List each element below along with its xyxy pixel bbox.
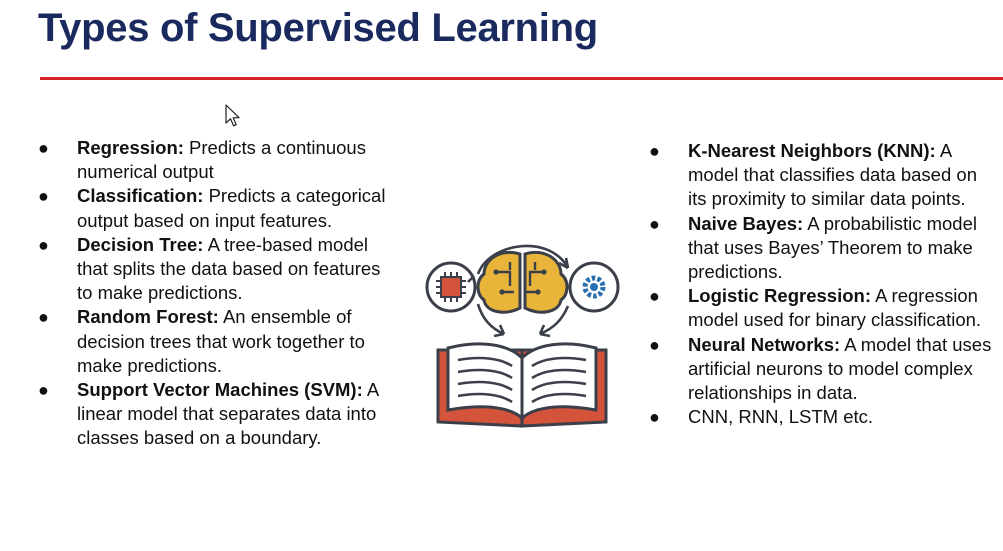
list-item: ● Neural Networks: A model that uses arti…: [649, 333, 992, 404]
chip-icon: [425, 261, 477, 313]
book-brain-learning-icon: [425, 244, 620, 428]
list-item: ● Support Vector Machines (SVM): A linear…: [38, 379, 379, 449]
list-item: ● Classification: Predicts a categorical …: [38, 185, 386, 231]
list-item: ● Regression: Predicts a continuous numer…: [38, 137, 366, 183]
list-item: ● Logistic Regression: A regression model…: [649, 285, 982, 331]
mouse-pointer-icon: [225, 104, 240, 127]
list-item: ● Random Forest: An ensemble of decision …: [38, 306, 365, 376]
list-item: ● CNN, RNN, LSTM etc.: [649, 406, 874, 428]
gear-icon: [568, 261, 620, 313]
list-item: ● Naive Bayes: A probabilistic model that…: [649, 212, 977, 283]
open-book-icon: [436, 342, 608, 428]
right-bullet-list: ● K-Nearest Neighbors (KNN): A model that…: [647, 139, 997, 429]
list-item: ● Decision Tree: A tree-based model that …: [38, 233, 381, 304]
left-bullet-list: ● Regression: Predicts a continuous numer…: [36, 136, 386, 451]
slide-title: Types of Supervised Learning: [38, 6, 598, 50]
brain-icon: [476, 251, 569, 314]
list-item: ● K-Nearest Neighbors (KNN): A model that…: [649, 140, 977, 210]
title-divider: [40, 77, 1003, 80]
